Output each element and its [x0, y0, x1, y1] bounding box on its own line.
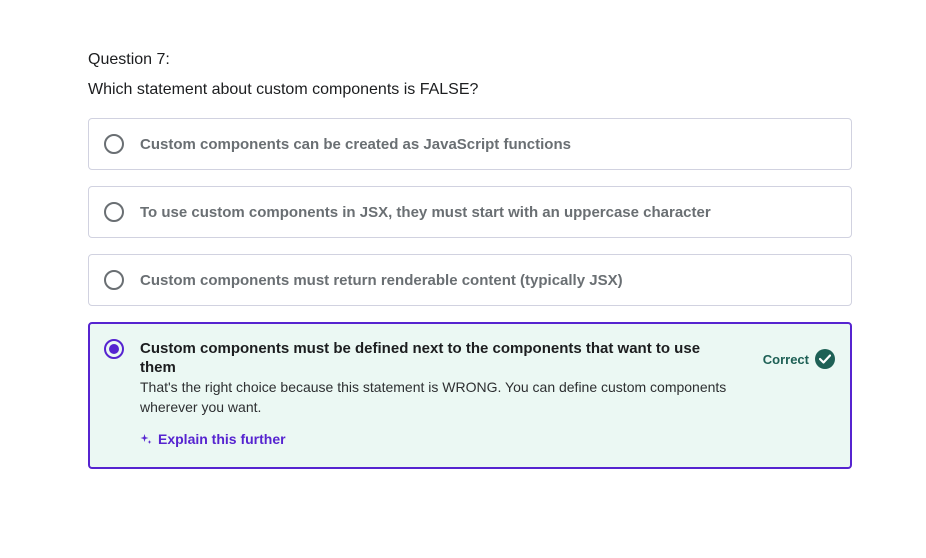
answer-option-label: Custom components must return renderable… [140, 271, 623, 289]
radio-button-selected[interactable] [104, 339, 124, 359]
question-number: Question 7: [88, 51, 170, 68]
radio-button[interactable] [104, 134, 124, 154]
explain-further-link[interactable]: Explain this further [140, 431, 740, 447]
answer-status: Correct [763, 339, 835, 369]
sparkle-icon [140, 434, 152, 444]
question-text: Which statement about custom components … [88, 81, 479, 98]
answer-option-label: Custom components can be created as Java… [140, 135, 571, 153]
answer-option-label: Custom components must be defined next t… [140, 340, 701, 376]
radio-button[interactable] [104, 202, 124, 222]
check-circle-icon [815, 349, 835, 369]
explain-further-label: Explain this further [158, 431, 286, 447]
radio-button[interactable] [104, 270, 124, 290]
answer-option-2[interactable]: To use custom components in JSX, they mu… [88, 186, 852, 238]
answer-option-3[interactable]: Custom components must return renderable… [88, 254, 852, 306]
answer-option-4-selected[interactable]: Custom components must be defined next t… [88, 322, 852, 469]
quiz-container: Question 7: Which statement about custom… [88, 50, 852, 485]
answer-option-body: Custom components must be defined next t… [140, 339, 740, 447]
answer-explanation: That's the right choice because this sta… [140, 379, 727, 415]
answer-option-1[interactable]: Custom components can be created as Java… [88, 118, 852, 170]
answer-option-label: To use custom components in JSX, they mu… [140, 203, 711, 221]
status-label: Correct [762, 351, 809, 367]
